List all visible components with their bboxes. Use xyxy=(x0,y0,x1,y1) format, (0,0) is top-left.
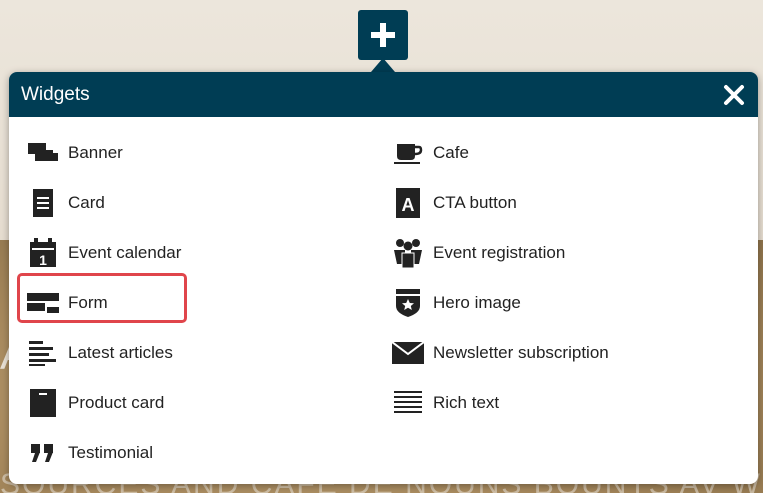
widget-event-calendar[interactable]: 1 Event calendar xyxy=(27,233,181,273)
rich-text-icon xyxy=(392,387,424,419)
widget-label: Product card xyxy=(68,393,165,412)
svg-text:A: A xyxy=(402,195,415,215)
widget-label: Newsletter subscription xyxy=(433,343,609,362)
widgets-panel: Widgets Banner Card 1 Event calendar For… xyxy=(9,72,758,484)
widget-form[interactable]: Form xyxy=(27,283,108,323)
widget-card[interactable]: Card xyxy=(27,183,105,223)
plus-icon xyxy=(371,23,395,47)
widget-product-card[interactable]: Product card xyxy=(27,383,164,423)
widget-rich-text[interactable]: Rich text xyxy=(392,383,499,423)
widget-label: Form xyxy=(68,293,108,312)
widget-label: Card xyxy=(68,193,105,212)
widget-label: Hero image xyxy=(433,293,521,312)
svg-text:1: 1 xyxy=(39,252,47,268)
widget-event-registration[interactable]: Event registration xyxy=(392,233,565,273)
form-icon xyxy=(27,287,59,319)
panel-title: Widgets xyxy=(21,83,90,105)
card-icon xyxy=(27,187,59,219)
widget-label: Testimonial xyxy=(68,443,154,462)
widget-testimonial[interactable]: Testimonial xyxy=(27,433,153,473)
panel-header: Widgets xyxy=(9,72,758,117)
widget-cta-button[interactable]: A CTA button xyxy=(392,183,517,223)
widget-label: Event registration xyxy=(433,243,566,262)
popover-caret xyxy=(371,58,395,72)
quote-icon xyxy=(27,437,59,469)
widget-banner[interactable]: Banner xyxy=(27,133,123,173)
add-widget-button[interactable] xyxy=(358,10,408,60)
widget-latest-articles[interactable]: Latest articles xyxy=(27,333,173,373)
banner-icon xyxy=(27,137,59,169)
widget-label: Banner xyxy=(68,143,123,162)
widget-hero-image[interactable]: Hero image xyxy=(392,283,521,323)
widget-label: Cafe xyxy=(433,143,469,162)
widget-label: Rich text xyxy=(433,393,500,412)
coffee-cup-icon xyxy=(392,137,424,169)
cta-a-icon: A xyxy=(392,187,424,219)
envelope-icon xyxy=(392,337,424,369)
calendar-icon: 1 xyxy=(27,237,59,269)
widget-cafe[interactable]: Cafe xyxy=(392,133,469,173)
people-icon xyxy=(392,237,424,269)
widget-newsletter-subscription[interactable]: Newsletter subscription xyxy=(392,333,609,373)
close-icon[interactable] xyxy=(722,83,746,107)
widget-label: Event calendar xyxy=(68,243,182,262)
latest-articles-icon xyxy=(27,337,59,369)
widget-label: Latest articles xyxy=(68,343,173,362)
widget-label: CTA button xyxy=(433,193,517,212)
badge-star-icon xyxy=(392,287,424,319)
product-card-icon xyxy=(27,387,59,419)
